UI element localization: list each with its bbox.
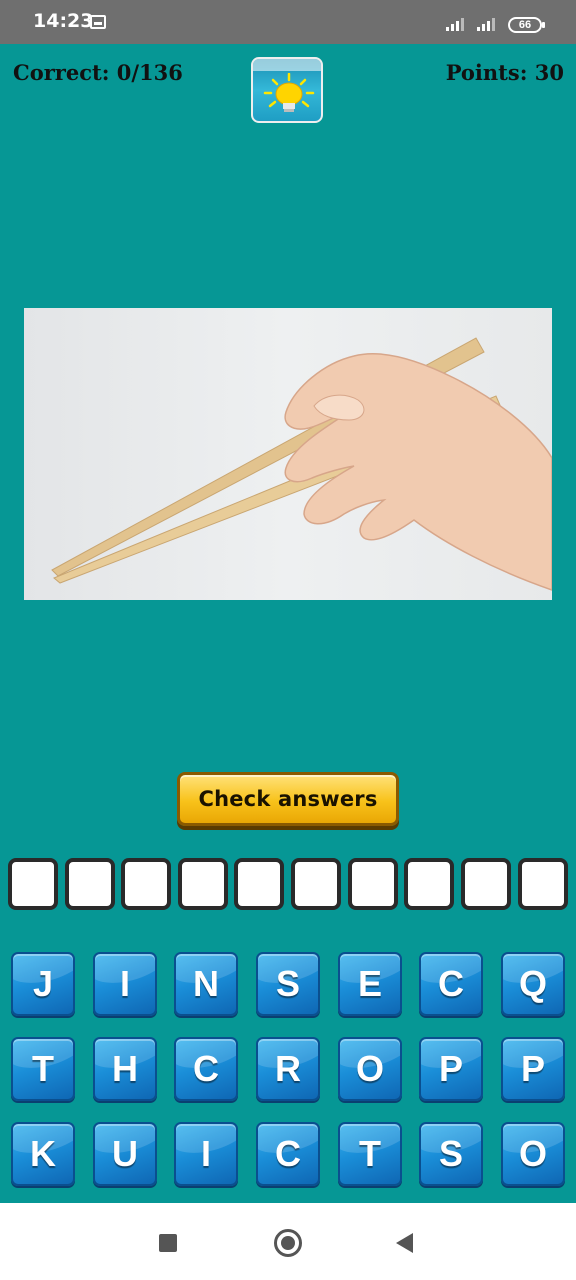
hint-button-shine [253, 59, 321, 71]
letter-key[interactable]: K [11, 1122, 75, 1186]
check-answers-button[interactable]: Check answers [177, 772, 399, 826]
letter-key-label: H [112, 1048, 138, 1089]
letter-key[interactable]: S [256, 952, 320, 1016]
letter-key-label: C [275, 1133, 301, 1174]
answer-slot[interactable] [234, 858, 284, 910]
letter-key-label: P [438, 1048, 463, 1089]
status-bar: 14:23 66 [0, 0, 576, 44]
hand-chopsticks-photo [51, 337, 552, 591]
letter-key-label: K [30, 1133, 56, 1174]
answer-slot[interactable] [461, 858, 511, 910]
navigation-bar [0, 1203, 576, 1280]
letter-key-label: R [275, 1048, 301, 1089]
puzzle-picture [24, 308, 552, 600]
back-icon[interactable] [396, 1233, 413, 1253]
letter-key[interactable]: C [256, 1122, 320, 1186]
letter-key-label: Q [518, 963, 547, 1004]
letter-key[interactable]: O [338, 1037, 402, 1101]
letter-key[interactable]: H [93, 1037, 157, 1101]
status-time: 14:23 [33, 10, 94, 32]
signal-icon [445, 16, 469, 37]
letter-key-label: T [359, 1133, 381, 1174]
letter-key[interactable]: I [174, 1122, 238, 1186]
letter-key-label: P [520, 1048, 545, 1089]
answer-slots [8, 858, 570, 912]
letter-key-label: E [357, 963, 382, 1004]
signal-icon-2 [476, 16, 500, 37]
answer-slot[interactable] [65, 858, 115, 910]
letter-key[interactable]: R [256, 1037, 320, 1101]
answer-slot[interactable] [121, 858, 171, 910]
letter-key[interactable]: P [419, 1037, 483, 1101]
letter-key-label: S [438, 1133, 463, 1174]
letter-key[interactable]: C [174, 1037, 238, 1101]
answer-slot[interactable] [8, 858, 58, 910]
letter-key-label: U [112, 1133, 138, 1174]
letter-key[interactable]: E [338, 952, 402, 1016]
sim-icon [90, 15, 106, 34]
letter-key[interactable]: T [11, 1037, 75, 1101]
letter-key-label: O [518, 1133, 547, 1174]
letter-key[interactable]: C [419, 952, 483, 1016]
letter-key[interactable]: N [174, 952, 238, 1016]
letter-key[interactable]: U [93, 1122, 157, 1186]
letter-key-label: I [119, 963, 130, 1004]
battery-icon: 66 [508, 17, 545, 33]
letter-key-label: J [32, 963, 54, 1004]
hint-button[interactable] [251, 57, 323, 123]
letter-key[interactable]: S [419, 1122, 483, 1186]
answer-slot[interactable] [291, 858, 341, 910]
letter-key[interactable]: J [11, 952, 75, 1016]
letter-key-label: I [200, 1133, 211, 1174]
letter-key-label: C [193, 1048, 219, 1089]
answer-slot[interactable] [518, 858, 568, 910]
letter-key[interactable]: I [93, 952, 157, 1016]
answer-slot[interactable] [348, 858, 398, 910]
letter-key[interactable]: T [338, 1122, 402, 1186]
letter-key-label: O [355, 1048, 384, 1089]
letter-key-label: N [193, 963, 219, 1004]
home-icon[interactable] [274, 1229, 302, 1257]
letter-key[interactable]: P [501, 1037, 565, 1101]
letter-key-label: C [438, 963, 464, 1004]
correct-counter: Correct: 0/136 [13, 60, 183, 85]
answer-slot[interactable] [404, 858, 454, 910]
letter-key[interactable]: Q [501, 952, 565, 1016]
recent-apps-icon[interactable] [159, 1234, 177, 1252]
points-counter: Points: 30 [445, 60, 564, 85]
letter-key-label: S [275, 963, 300, 1004]
answer-slot[interactable] [178, 858, 228, 910]
letter-key[interactable]: O [501, 1122, 565, 1186]
letter-key-label: T [32, 1048, 54, 1089]
